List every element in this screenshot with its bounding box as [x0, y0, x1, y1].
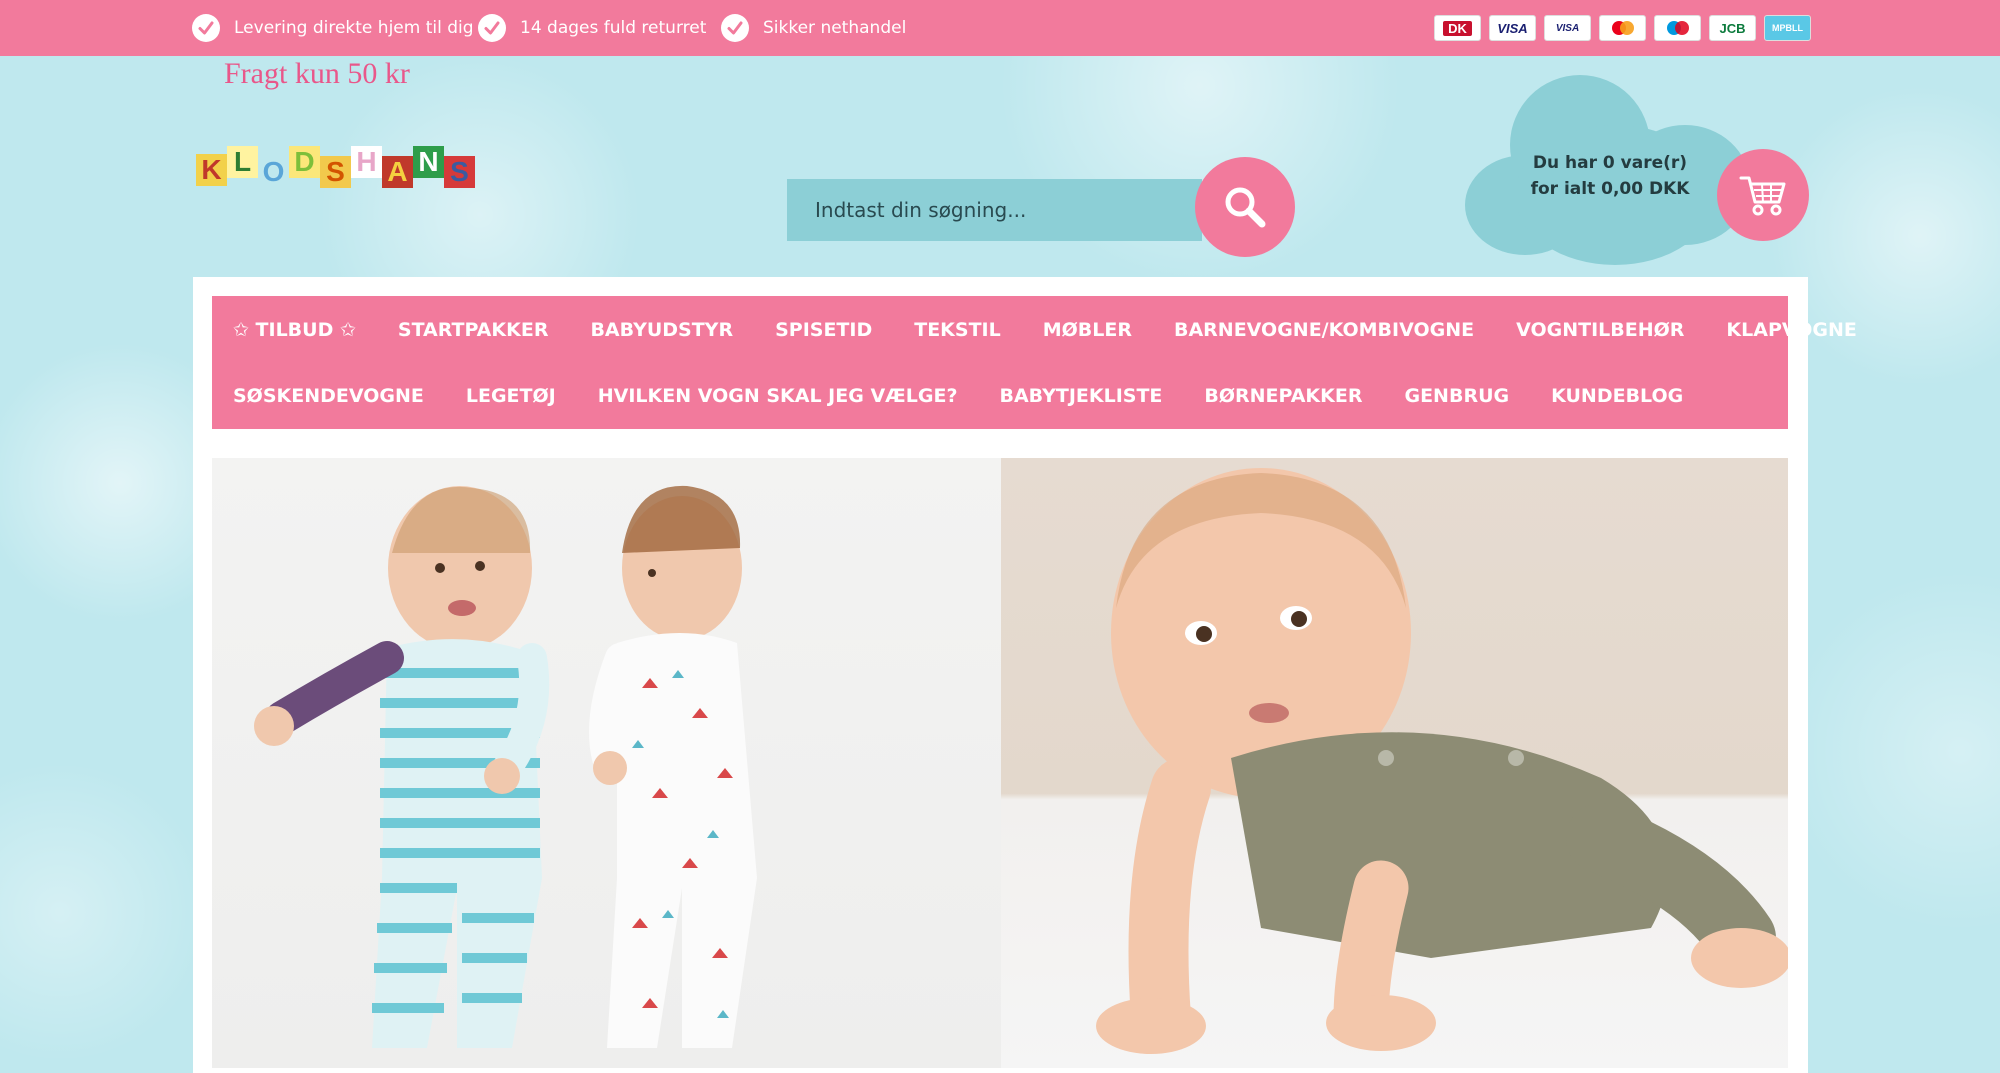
nav-item-genbrug[interactable]: GENBRUG: [1404, 385, 1509, 407]
nav-row-1: ✩ TILBUD ✩ STARTPAKKER BABYUDSTYR SPISET…: [233, 319, 1899, 341]
hero-image-two-babies[interactable]: [212, 458, 1001, 1068]
check-icon: [192, 14, 220, 42]
nav-item-tekstil[interactable]: TEKSTIL: [914, 319, 1000, 341]
mastercard-icon: [1599, 15, 1646, 41]
check-icon: [721, 14, 749, 42]
search-icon: [1225, 187, 1266, 228]
maestro-icon: [1654, 15, 1701, 41]
babies-photo-illustration: [254, 485, 757, 1048]
nav-item-barnevogne[interactable]: BARNEVOGNE/KOMBIVOGNE: [1174, 319, 1474, 341]
nav-item-kundeblog[interactable]: KUNDEBLOG: [1551, 385, 1683, 407]
usp-label: Levering direkte hjem til dig: [234, 18, 474, 38]
top-bar: Levering direkte hjem til dig 14 dages f…: [0, 0, 2000, 56]
check-icon: [478, 14, 506, 42]
main-navigation: ✩ TILBUD ✩ STARTPAKKER BABYUDSTYR SPISET…: [212, 296, 1857, 429]
nav-item-startpakker[interactable]: STARTPAKKER: [398, 319, 549, 341]
logo-letter: L: [227, 146, 258, 178]
logo-letter: D: [289, 146, 320, 178]
visa-icon: VISA: [1489, 15, 1536, 41]
logo-letter: H: [351, 146, 382, 178]
nav-item-legetoj[interactable]: LEGETØJ: [466, 385, 556, 407]
cart-summary[interactable]: Du har 0 vare(r) for ialt 0,00 DKK: [1520, 150, 1700, 202]
cart-count: Du har 0 vare(r): [1532, 153, 1688, 173]
nav-item-vogntilbehor[interactable]: VOGNTILBEHØR: [1516, 319, 1684, 341]
usp-label: Sikker nethandel: [763, 18, 907, 38]
payment-methods: DK VISA VISA JCB MPBLL: [1434, 15, 1811, 41]
usp-delivery: Levering direkte hjem til dig: [192, 14, 474, 42]
nav-item-hvilken-vogn[interactable]: HVILKEN VOGN SKAL JEG VÆLGE?: [598, 385, 958, 407]
logo-letter: A: [382, 156, 413, 188]
nav-item-spisetid[interactable]: SPISETID: [775, 319, 872, 341]
logo-letter: S: [444, 156, 475, 188]
usp-label: 14 dages fuld returret: [520, 18, 707, 38]
logo-letter: O: [262, 156, 285, 187]
visa-electron-icon: VISA: [1544, 15, 1591, 41]
logo-letter: N: [413, 146, 444, 178]
usp-secure: Sikker nethandel: [721, 14, 906, 42]
usp-returns: 14 dages fuld returret: [478, 14, 706, 42]
search-button[interactable]: [1195, 157, 1295, 257]
nav-item-klapvogne[interactable]: KLAPVOGNE: [1726, 319, 1856, 341]
hero-image-crawling-baby[interactable]: [1001, 458, 1788, 1068]
dankort-icon: DK: [1434, 15, 1481, 41]
site-logo[interactable]: K L O D S H A N S: [196, 140, 475, 188]
nav-item-soskendevogne[interactable]: SØSKENDEVOGNE: [233, 385, 424, 407]
cart-button[interactable]: [1717, 149, 1809, 241]
logo-letter: K: [196, 154, 227, 186]
nav-item-tilbud[interactable]: ✩ TILBUD ✩: [233, 319, 356, 341]
baby-photo-illustration: [1096, 468, 1788, 1054]
logo-letter: S: [320, 156, 351, 188]
nav-item-babytjekliste[interactable]: BABYTJEKLISTE: [999, 385, 1162, 407]
shopping-cart-icon: [1739, 176, 1786, 216]
nav-row-2: SØSKENDEVOGNE LEGETØJ HVILKEN VOGN SKAL …: [233, 385, 1725, 407]
shipping-promo: Fragt kun 50 kr: [224, 57, 410, 90]
mobilepay-icon: MPBLL: [1764, 15, 1811, 41]
search-input[interactable]: [787, 179, 1202, 241]
nav-item-babyudstyr[interactable]: BABYUDSTYR: [590, 319, 733, 341]
cart-total: for ialt 0,00 DKK: [1530, 179, 1690, 199]
jcb-icon: JCB: [1709, 15, 1756, 41]
nav-item-mobler[interactable]: MØBLER: [1043, 319, 1132, 341]
nav-item-bornepakker[interactable]: BØRNEPAKKER: [1204, 385, 1362, 407]
